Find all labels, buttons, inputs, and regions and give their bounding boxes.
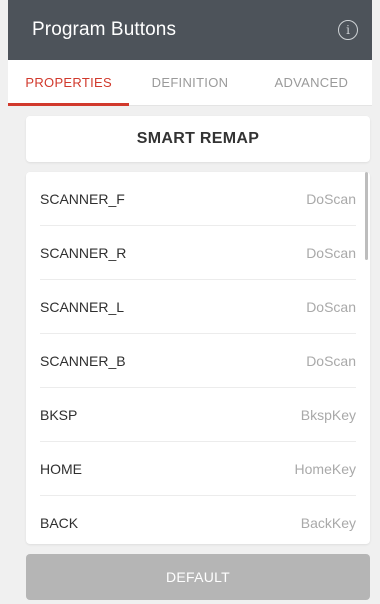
list-scrollbar[interactable]: [365, 172, 368, 260]
button-action-value: BkspKey: [300, 406, 356, 423]
button-key-label: BACK: [40, 514, 79, 531]
button-key-label: SCANNER_R: [40, 244, 127, 261]
smart-remap-button[interactable]: SMART REMAP: [26, 116, 370, 162]
button-mapping-list[interactable]: SCANNER_F DoScan SCANNER_R DoScan SCANNE…: [26, 172, 370, 544]
tab-properties[interactable]: PROPERTIES: [8, 60, 130, 106]
button-action-value: DoScan: [306, 352, 356, 369]
default-button[interactable]: DEFAULT: [26, 554, 370, 600]
button-action-value: BackKey: [300, 514, 356, 531]
tab-definition[interactable]: DEFINITION: [129, 60, 250, 105]
button-key-label: HOME: [40, 460, 82, 477]
list-item[interactable]: BACK BackKey: [40, 496, 356, 544]
tab-advanced[interactable]: ADVANCED: [251, 60, 372, 105]
button-key-label: SCANNER_B: [40, 352, 126, 369]
button-key-label: SCANNER_F: [40, 190, 125, 207]
app-root: Program Buttons i PROPERTIES DEFINITION …: [0, 0, 380, 604]
list-item[interactable]: SCANNER_B DoScan: [40, 334, 356, 388]
button-key-label: BKSP: [40, 406, 78, 423]
button-key-label: SCANNER_L: [40, 298, 125, 315]
app-header: Program Buttons i: [8, 0, 372, 60]
button-action-value: DoScan: [306, 244, 356, 261]
tab-bar: PROPERTIES DEFINITION ADVANCED: [8, 60, 372, 106]
list-item[interactable]: SCANNER_L DoScan: [40, 280, 356, 334]
list-item[interactable]: SCANNER_R DoScan: [40, 226, 356, 280]
list-item[interactable]: HOME HomeKey: [40, 442, 356, 496]
button-action-value: HomeKey: [294, 460, 356, 477]
page-title: Program Buttons: [32, 19, 177, 40]
button-action-value: DoScan: [306, 298, 356, 315]
list-item[interactable]: SCANNER_F DoScan: [40, 172, 356, 226]
info-icon[interactable]: i: [338, 20, 358, 40]
list-item[interactable]: BKSP BkspKey: [40, 388, 356, 442]
button-action-value: DoScan: [306, 190, 356, 207]
